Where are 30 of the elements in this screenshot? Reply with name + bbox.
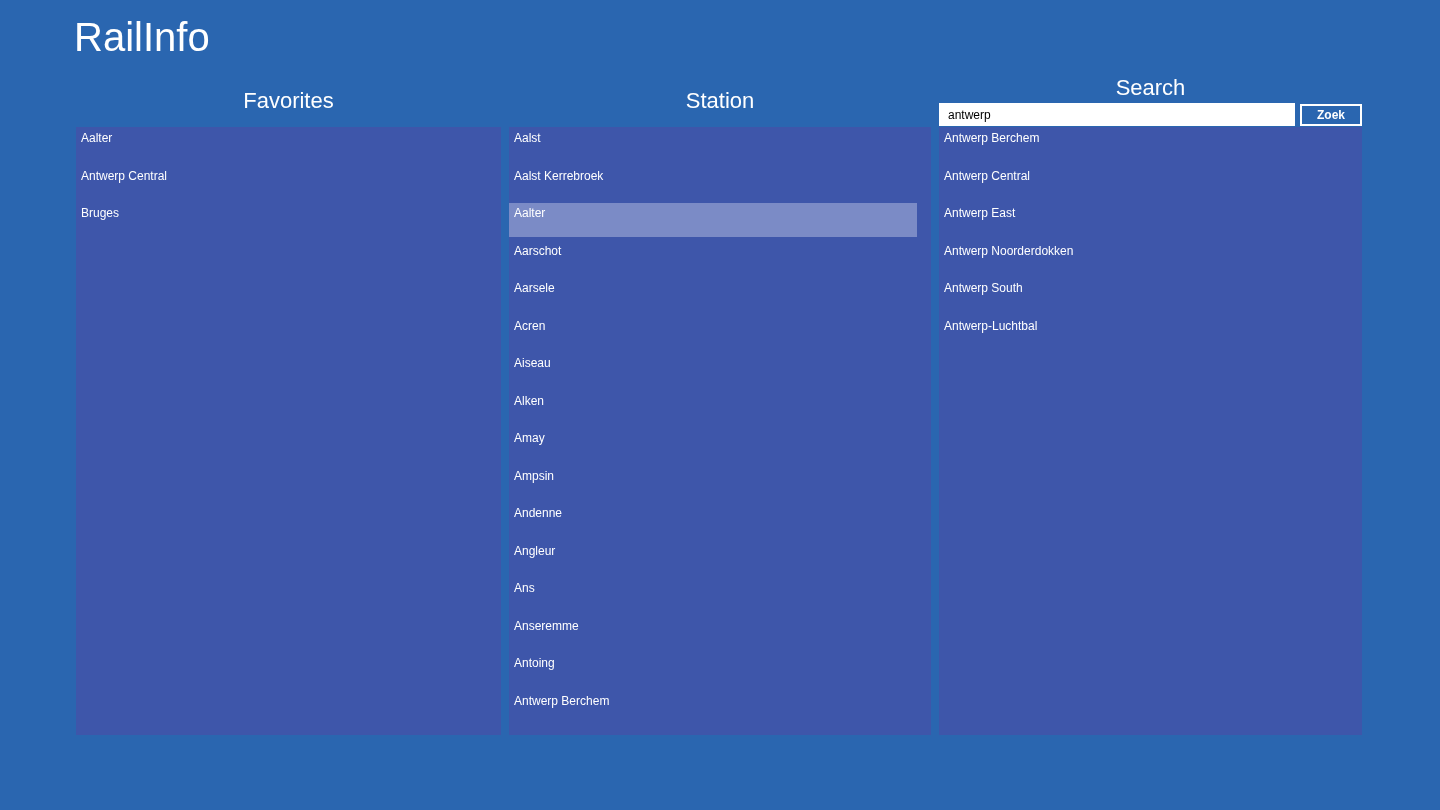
list-item[interactable]: Antwerp Noorderdokken: [939, 240, 1362, 275]
list-item[interactable]: Andenne: [509, 503, 917, 537]
column-heading: Station: [685, 87, 755, 115]
column-heading: Search: [1115, 74, 1186, 102]
list-item[interactable]: Anseremme: [509, 615, 917, 650]
list-item[interactable]: Antwerp-Luchtbal: [939, 315, 1362, 350]
list-item[interactable]: Ampsin: [509, 465, 917, 500]
search-field[interactable]: antwerp: [939, 103, 1295, 126]
list-item[interactable]: Antwerp Berchem: [509, 690, 917, 725]
list-item[interactable]: Antwerp Central: [76, 165, 501, 200]
list-item[interactable]: Aalter: [76, 128, 501, 162]
list-item[interactable]: Antwerp East: [939, 203, 1362, 237]
list-item[interactable]: Aalst: [509, 128, 917, 162]
list-item[interactable]: Aalst Kerrebroek: [509, 165, 917, 200]
list-item[interactable]: Aiseau: [509, 353, 917, 387]
list-item[interactable]: Antwerp Berchem: [939, 128, 1362, 162]
list-item[interactable]: Alken: [509, 390, 917, 425]
list-item[interactable]: Antoing: [509, 653, 917, 687]
list-item[interactable]: Antwerp South: [939, 278, 1362, 312]
app-title: RailInfo: [74, 14, 210, 61]
search-button[interactable]: Zoek: [1300, 103, 1362, 126]
list-item[interactable]: Antwerp Central: [939, 165, 1362, 200]
list-item[interactable]: Angleur: [509, 540, 917, 575]
list-item[interactable]: Aarschot: [509, 240, 917, 275]
list-item[interactable]: Acren: [509, 315, 917, 350]
column-heading: Favorites: [243, 87, 334, 115]
list-item[interactable]: Amay: [509, 428, 917, 462]
list-item[interactable]: Bruges: [76, 203, 501, 237]
list-item[interactable]: Ans: [509, 578, 917, 612]
list-item[interactable]: Aarsele: [509, 278, 917, 312]
